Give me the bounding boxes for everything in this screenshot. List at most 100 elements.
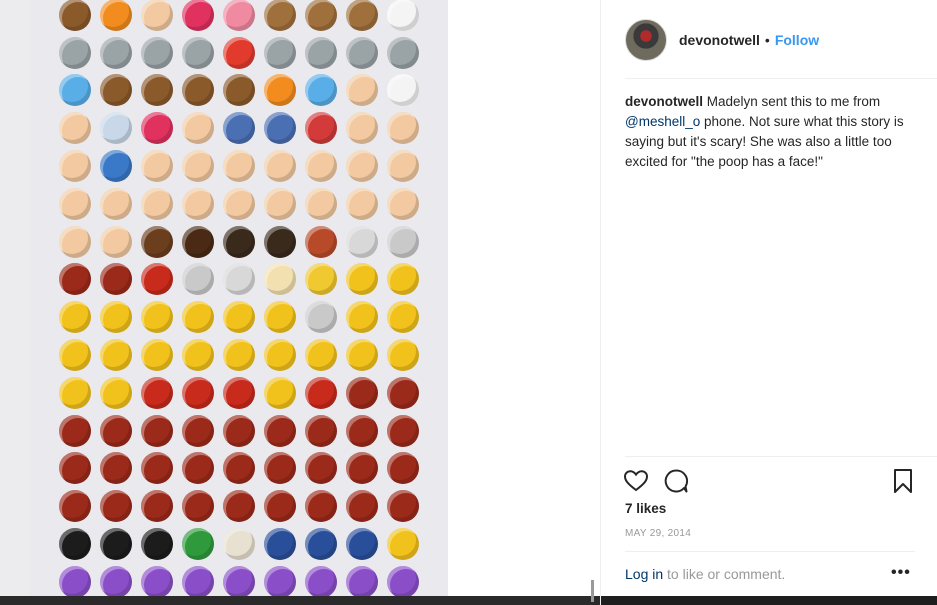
- heart-eyes-cat-emoji: [259, 298, 300, 336]
- point-down-emoji: [177, 185, 218, 223]
- muscle-emoji: [341, 109, 382, 147]
- imp-emoji-icon: [58, 565, 91, 598]
- scream-cat-emoji-icon: [386, 263, 419, 296]
- ogre-emoji: [54, 412, 95, 450]
- ogre-emoji: [136, 487, 177, 525]
- guard-emoji: [54, 525, 95, 563]
- alien-emoji: [177, 34, 218, 72]
- login-link[interactable]: Log in: [625, 566, 663, 582]
- heart-icon[interactable]: [623, 468, 649, 494]
- ogre-emoji-icon: [386, 490, 419, 523]
- smile-cat-emoji: [218, 298, 259, 336]
- photo-background: [0, 0, 30, 605]
- droplet-emoji: [300, 72, 341, 110]
- guard-emoji: [95, 525, 136, 563]
- avatar[interactable]: [625, 19, 667, 61]
- ogre-emoji-icon: [345, 452, 378, 485]
- older-man-emoji: [218, 261, 259, 299]
- ogre-emoji-icon: [99, 490, 132, 523]
- point-up-emoji: [259, 185, 300, 223]
- bookmark-icon[interactable]: [890, 468, 916, 494]
- imp-emoji-icon: [181, 565, 214, 598]
- fist-emoji-icon: [386, 150, 419, 183]
- wave-emoji: [177, 109, 218, 147]
- actions-divider: [625, 456, 937, 457]
- heart-eyes-cat-emoji: [95, 374, 136, 412]
- nose-emoji: [341, 72, 382, 110]
- lips-emoji: [177, 0, 218, 34]
- poo-emoji: [54, 0, 95, 34]
- ogre-emoji: [300, 487, 341, 525]
- imp-emoji-icon: [263, 565, 296, 598]
- action-bar: [623, 468, 923, 494]
- alien-emoji-icon: [99, 36, 132, 69]
- muscle-emoji: [300, 185, 341, 223]
- lips-emoji-icon: [181, 0, 214, 31]
- guard-emoji-icon: [140, 528, 173, 561]
- ogre-emoji: [341, 450, 382, 488]
- heart-eyes-cat-emoji-icon: [304, 339, 337, 372]
- ogre-emoji: [177, 412, 218, 450]
- ogre-emoji-icon: [222, 414, 255, 447]
- muscle-emoji: [341, 185, 382, 223]
- guard-emoji-icon: [99, 528, 132, 561]
- goblin-emoji: [136, 374, 177, 412]
- dash-emoji-icon: [99, 112, 132, 145]
- ogre-emoji: [95, 412, 136, 450]
- alien-emoji-icon: [58, 36, 91, 69]
- nose-emoji: [136, 0, 177, 34]
- boy-emoji-icon: [140, 225, 173, 258]
- more-options-icon[interactable]: •••: [891, 564, 911, 582]
- scream-cat-emoji: [382, 261, 423, 299]
- caption: devonotwell Madelyn sent this to me from…: [625, 92, 915, 172]
- point-down-emoji-icon: [99, 187, 132, 220]
- kissing-cat-emoji-icon: [263, 376, 296, 409]
- follow-button[interactable]: Follow: [775, 32, 819, 48]
- nose-emoji-icon: [345, 74, 378, 107]
- imp-emoji-icon: [99, 565, 132, 598]
- login-prompt: Log in to like or comment.: [625, 566, 915, 582]
- ok-hand-emoji: [259, 147, 300, 185]
- ogre-emoji: [54, 487, 95, 525]
- likes-count[interactable]: 7 likes: [625, 501, 666, 516]
- username-link[interactable]: devonotwell: [679, 32, 760, 48]
- runner-emoji: [259, 109, 300, 147]
- worker-emoji: [382, 525, 423, 563]
- goblin-emoji: [177, 374, 218, 412]
- caption-mention-link[interactable]: @meshell_o: [625, 114, 700, 129]
- heart-eyes-cat-emoji: [341, 336, 382, 374]
- crying-cat-emoji-icon: [58, 301, 91, 334]
- ogre-emoji: [382, 450, 423, 488]
- point-down-emoji-icon: [222, 187, 255, 220]
- ogre-emoji-icon: [140, 414, 173, 447]
- goblin-emoji-icon: [304, 376, 337, 409]
- scrollbar-thumb[interactable]: [591, 580, 594, 602]
- point-up-emoji-icon: [58, 150, 91, 183]
- muscle-emoji-icon: [58, 225, 91, 258]
- cop-emoji-icon: [263, 528, 296, 561]
- alien-emoji: [95, 34, 136, 72]
- cop-emoji: [300, 525, 341, 563]
- cop-emoji: [259, 525, 300, 563]
- header-divider: [625, 78, 937, 79]
- poo-emoji: [136, 72, 177, 110]
- ogre-emoji-icon: [222, 490, 255, 523]
- ogre-emoji-icon: [58, 263, 91, 296]
- dancer-emoji: [300, 109, 341, 147]
- alien-emoji: [259, 34, 300, 72]
- princess-emoji-icon: [304, 263, 337, 296]
- ogre-emoji: [341, 412, 382, 450]
- princess-emoji: [300, 261, 341, 299]
- comment-icon[interactable]: [663, 468, 689, 494]
- man-emoji-icon: [222, 225, 255, 258]
- ogre-emoji-icon: [99, 263, 132, 296]
- runner-emoji: [218, 109, 259, 147]
- caption-username[interactable]: devonotwell: [625, 94, 703, 109]
- login-suffix: to like or comment.: [663, 566, 786, 582]
- point-up-emoji-icon: [263, 187, 296, 220]
- man-with-cap-emoji: [177, 525, 218, 563]
- ogre-emoji: [259, 487, 300, 525]
- ear-emoji: [54, 109, 95, 147]
- woman-emoji: [300, 223, 341, 261]
- imp-emoji-icon: [140, 565, 173, 598]
